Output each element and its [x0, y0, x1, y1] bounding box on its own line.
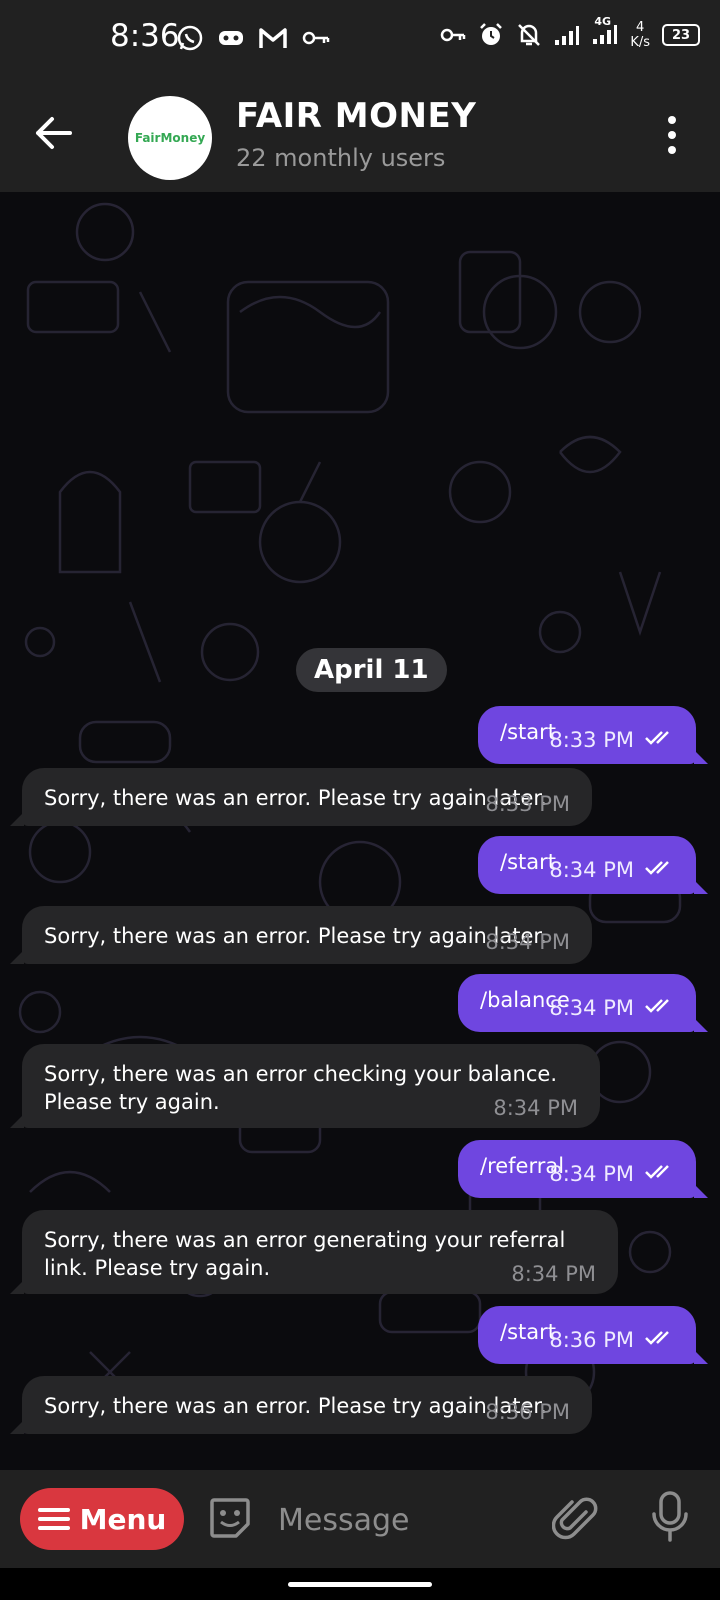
menu-label: Menu	[79, 1502, 167, 1536]
message-time: 8:36 PM	[549, 1328, 634, 1352]
outgoing-message[interactable]: /start 8:36 PM	[478, 1306, 708, 1364]
incoming-message[interactable]: Sorry, there was an error checking your …	[10, 1044, 600, 1128]
double-check-icon	[645, 731, 669, 745]
message-text: /start	[500, 720, 556, 744]
net-speed-unit: K/s	[630, 35, 650, 50]
message-text: /start	[500, 1320, 556, 1344]
net-speed: 4 K/s	[630, 20, 650, 50]
incoming-message[interactable]: Sorry, there was an error. Please try ag…	[10, 768, 592, 826]
chat-title[interactable]: FAIR MONEY	[236, 96, 476, 136]
double-check-icon	[645, 1331, 669, 1345]
message-text: Sorry, there was an error. Please try ag…	[44, 1394, 547, 1418]
back-arrow-icon[interactable]	[34, 116, 74, 150]
vpn-key-icon	[441, 28, 466, 42]
more-options-icon[interactable]	[668, 116, 676, 154]
message-time: 8:34 PM	[485, 930, 570, 954]
message-text: Sorry, there was an error. Please try ag…	[44, 786, 547, 810]
outgoing-message[interactable]: /referral 8:34 PM	[458, 1140, 708, 1198]
gmail-icon	[259, 28, 287, 48]
status-time: 8:36	[110, 18, 180, 54]
chat-header: FairMoney FAIR MONEY 22 monthly users	[0, 80, 720, 192]
game-icon	[219, 31, 243, 45]
hamburger-icon	[37, 1508, 70, 1530]
sticker-emoji-icon[interactable]	[206, 1494, 254, 1542]
attach-icon[interactable]	[552, 1492, 598, 1542]
date-separator: April 11	[296, 648, 447, 692]
net-speed-value: 4	[636, 20, 645, 35]
incoming-message[interactable]: Sorry, there was an error. Please try ag…	[10, 906, 592, 964]
alarm-icon	[480, 23, 503, 45]
incoming-message[interactable]: Sorry, there was an error. Please try ag…	[10, 1376, 592, 1434]
whatsapp-icon	[177, 25, 203, 51]
message-time: 8:34 PM	[493, 1096, 578, 1120]
network-type: 4G	[594, 15, 611, 28]
avatar-logo-text: FairMoney	[134, 131, 206, 145]
incoming-message[interactable]: Sorry, there was an error generating you…	[10, 1210, 618, 1294]
microphone-icon[interactable]	[650, 1490, 690, 1544]
system-nav-bar	[0, 1568, 720, 1600]
mute-icon	[518, 24, 541, 46]
message-time: 8:34 PM	[511, 1262, 596, 1286]
chat-area[interactable]: April 11 /start 8:33 PM Sorry, there was…	[0, 192, 720, 1470]
double-check-icon	[645, 999, 669, 1013]
message-input-bar: Menu	[0, 1470, 720, 1568]
message-time: 8:36 PM	[485, 1400, 570, 1424]
message-text: /start	[500, 850, 556, 874]
status-bar: 8:36 4G 4 K/s 23	[0, 0, 720, 80]
message-input[interactable]	[276, 1496, 530, 1544]
signal-icon	[555, 26, 580, 45]
message-time: 8:33 PM	[485, 792, 570, 816]
home-gesture-bar[interactable]	[288, 1582, 432, 1587]
double-check-icon	[645, 861, 669, 875]
message-time: 8:33 PM	[549, 728, 634, 752]
key-icon	[302, 31, 330, 45]
outgoing-message[interactable]: /balance 8:34 PM	[458, 974, 708, 1032]
bot-menu-button[interactable]: Menu	[20, 1488, 184, 1550]
message-time: 8:34 PM	[549, 1162, 634, 1186]
avatar[interactable]: FairMoney	[128, 96, 212, 180]
double-check-icon	[645, 1165, 669, 1179]
battery-indicator: 23	[662, 24, 700, 46]
outgoing-message[interactable]: /start 8:34 PM	[478, 836, 708, 894]
message-time: 8:34 PM	[549, 996, 634, 1020]
chat-subtitle: 22 monthly users	[236, 144, 446, 172]
message-time: 8:34 PM	[549, 858, 634, 882]
signal-4g-icon: 4G	[592, 15, 618, 49]
outgoing-message[interactable]: /start 8:33 PM	[478, 706, 708, 764]
message-text: Sorry, there was an error. Please try ag…	[44, 924, 547, 948]
